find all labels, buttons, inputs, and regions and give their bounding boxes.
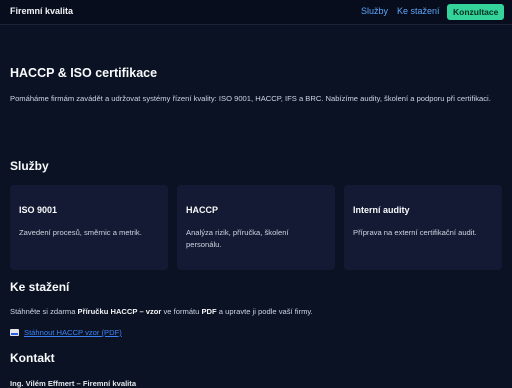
contact-heading: Kontakt: [10, 351, 55, 365]
downloads-description: Stáhněte si zdarma Příručku HACCP – vzor…: [10, 307, 313, 316]
service-card-text: Analýza rizik, příručka, školení personá…: [186, 228, 289, 249]
services-heading: Služby: [10, 159, 49, 173]
service-card-text: Zavedení procesů, směrnic a metrik.: [19, 228, 142, 237]
service-card-title: HACCP: [186, 205, 219, 215]
brand-name[interactable]: Firemní kvalita: [10, 6, 73, 16]
nav-link-ke-stazeni[interactable]: Ke stažení: [397, 6, 440, 16]
nav-link-sluzby[interactable]: Služby: [361, 6, 388, 16]
intro-paragraph: Pomáháme firmám zavádět a udržovat systé…: [10, 94, 491, 103]
service-card-text: Příprava na externí certifikační audit.: [353, 228, 477, 237]
page-title: HACCP & ISO certifikace: [10, 66, 158, 80]
service-card-interni-audity: Interní audity Příprava na externí certi…: [344, 185, 502, 270]
service-card-title: Interní audity: [353, 205, 410, 215]
pdf-file-icon: [10, 329, 19, 336]
consultation-button[interactable]: Konzultace: [447, 4, 505, 20]
service-card-iso-9001: ISO 9001 Zavedení procesů, směrnic a met…: [10, 185, 168, 270]
service-card-haccp: HACCP Analýza rizik, příručka, školení p…: [177, 185, 335, 270]
download-haccp-pdf-link[interactable]: Stáhnout HACCP vzor (PDF): [24, 328, 122, 337]
top-navigation-bar: Firemní kvalita Služby Ke stažení Konzul…: [0, 0, 512, 25]
downloads-heading: Ke stažení: [10, 280, 70, 294]
service-card-title: ISO 9001: [19, 205, 58, 215]
